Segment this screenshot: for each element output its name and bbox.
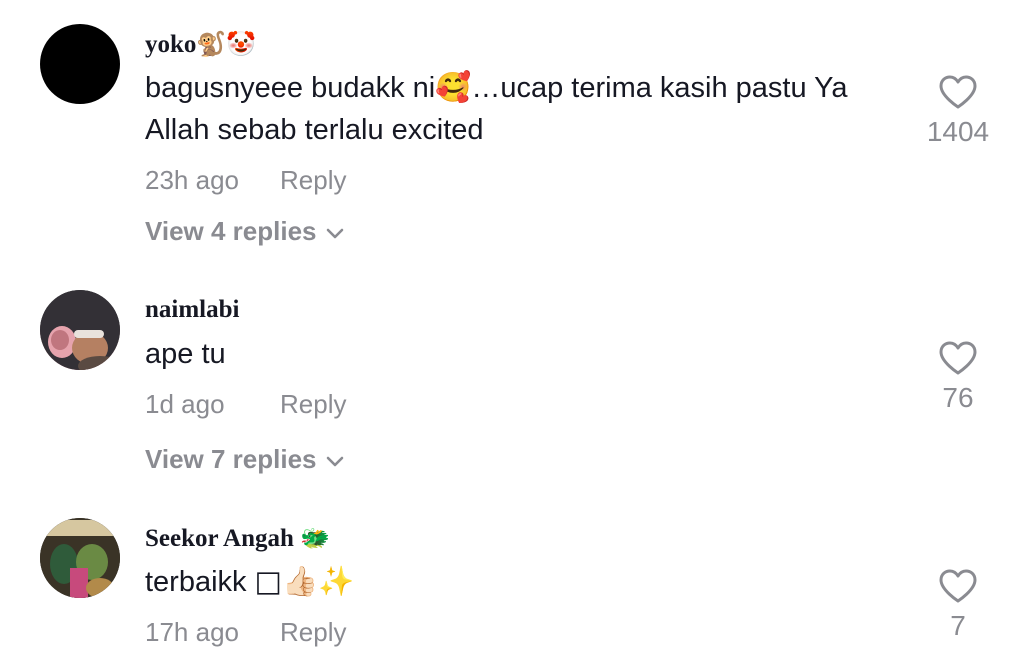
like-control: 76 [903, 340, 1013, 414]
like-control: 7 [903, 568, 1013, 642]
avatar-photo [40, 290, 120, 370]
like-count: 1404 [926, 116, 990, 147]
comment-time: 17h ago [145, 617, 239, 647]
view-replies-button[interactable]: View 7 replies [145, 444, 345, 475]
comment-text: ape tu [145, 338, 226, 370]
heart-outline-icon[interactable] [938, 74, 978, 110]
username-emoji: 🐲 [300, 524, 331, 552]
avatar-photo [40, 518, 120, 598]
comment-meta: 17h ago Reply [145, 617, 346, 648]
view-replies-button[interactable]: View 4 replies [145, 216, 345, 247]
comment-text: terbaikk □👍🏻✨ [145, 564, 355, 598]
avatar[interactable] [40, 518, 120, 598]
comment-time: 23h ago [145, 165, 239, 195]
username-emoji: 🐒🤡 [196, 30, 257, 58]
comment-time: 1d ago [145, 389, 225, 419]
heart-outline-icon[interactable] [938, 568, 978, 604]
comment-meta: 23h ago Reply [145, 165, 346, 196]
comment-username[interactable]: naimlabi [145, 296, 239, 324]
like-count: 76 [942, 382, 974, 413]
heart-outline-icon[interactable] [938, 340, 978, 376]
comment-username[interactable]: yoko🐒🤡 [145, 30, 256, 59]
like-control: 1404 [903, 74, 1013, 148]
comment-meta: 1d ago Reply [145, 389, 346, 420]
reply-button[interactable]: Reply [280, 165, 346, 196]
avatar[interactable] [40, 290, 120, 370]
reply-button[interactable]: Reply [280, 617, 346, 648]
avatar[interactable] [40, 24, 120, 104]
comment-text: bagusnyeee budakk ni🥰…ucap terima kasih … [145, 70, 848, 146]
chevron-down-icon [326, 456, 343, 467]
comment-username[interactable]: Seekor Angah 🐲 [145, 524, 330, 553]
chevron-down-icon [326, 228, 343, 239]
like-count: 7 [950, 610, 966, 641]
reply-button[interactable]: Reply [280, 389, 346, 420]
